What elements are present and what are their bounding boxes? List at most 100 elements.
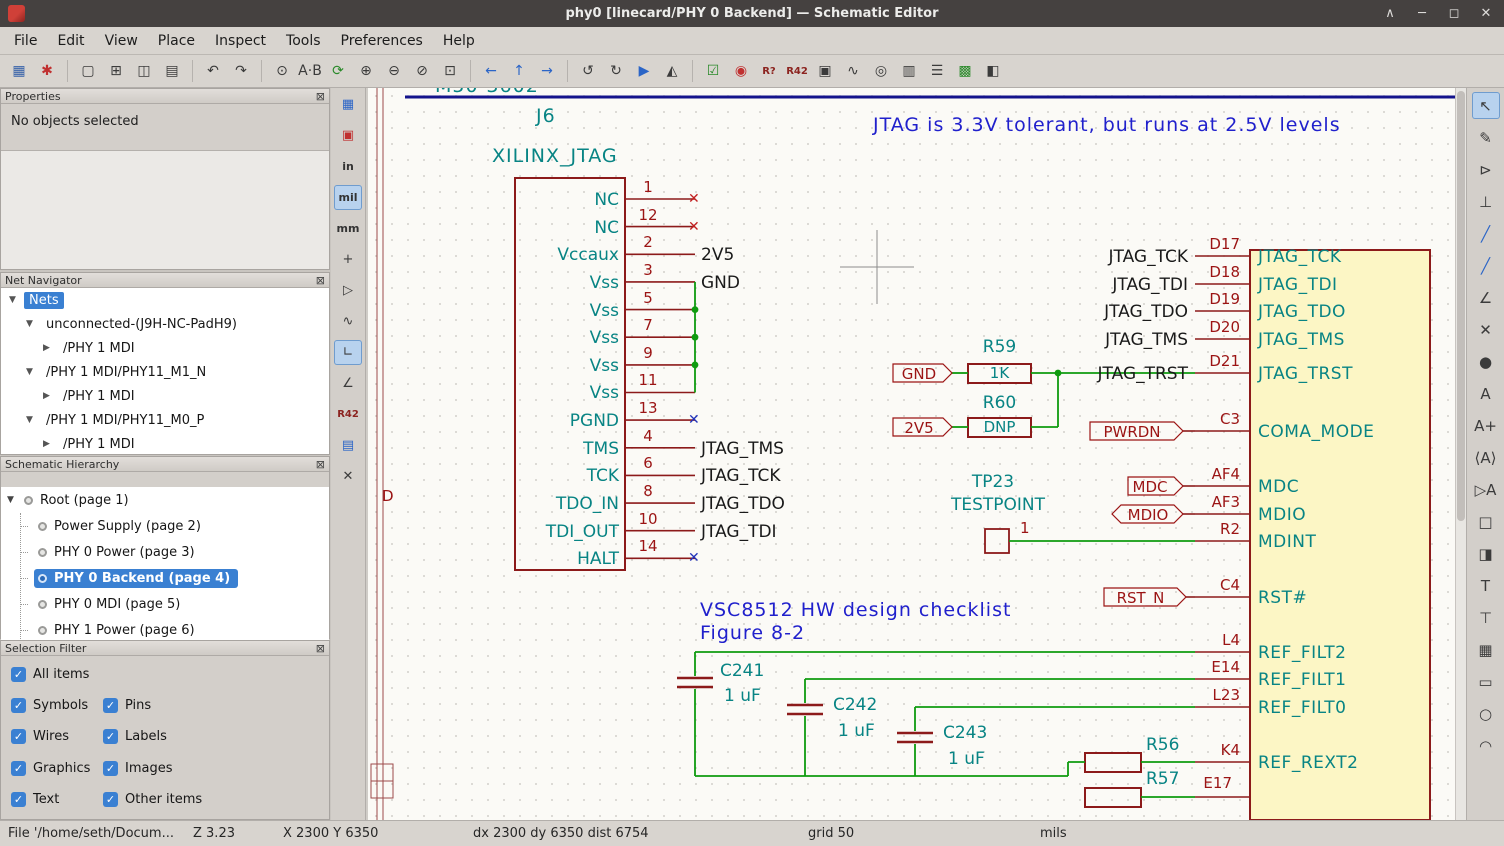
expander-icon[interactable]: ▼	[26, 319, 41, 329]
units-mils-button[interactable]: mil	[334, 185, 362, 210]
vsc-note-line2[interactable]: Figure 8-2	[700, 623, 805, 643]
any-angle-wires-icon[interactable]: ∠	[334, 371, 362, 396]
j6-pin-row[interactable]: NC 1 ✕	[515, 180, 895, 208]
place-power-tool[interactable]: ⊥	[1472, 188, 1500, 215]
checkbox-icon[interactable]	[103, 698, 118, 713]
checkbox-icon[interactable]	[11, 761, 26, 776]
c241-value[interactable]: 1 uF	[724, 687, 761, 705]
rotate-cw-icon[interactable]: ↻	[603, 58, 629, 84]
assign-footprints-icon[interactable]: ▩	[952, 58, 978, 84]
sheet-tree-item[interactable]: PHY 0 Power (page 3)	[1, 539, 329, 565]
j6-pin-row[interactable]: Vss 9	[515, 346, 895, 374]
filter-checkbox-row[interactable]: Images	[103, 757, 315, 780]
close-icon[interactable]: ⊠	[316, 90, 325, 103]
oscilloscope-icon[interactable]: ◎	[868, 58, 894, 84]
units-inches-button[interactable]: in	[334, 154, 362, 179]
j6-value[interactable]: XILINX_JTAG	[492, 146, 618, 166]
checkbox-icon[interactable]	[11, 667, 26, 682]
hier-label-2v5[interactable]: 2V5	[895, 419, 943, 437]
checkbox-icon[interactable]	[11, 729, 26, 744]
r60-value[interactable]: DNP	[968, 419, 1031, 435]
clipped-value-text[interactable]: M50-3602	[435, 88, 539, 96]
text-tool[interactable]: T	[1472, 572, 1500, 599]
j6-pin-row[interactable]: TCK 6 JTAG_TCK	[515, 456, 895, 484]
bug-search-icon[interactable]: ◉	[728, 58, 754, 84]
j6-pin-row[interactable]: NC 12 ✕	[515, 208, 895, 236]
close-button[interactable]: ✕	[1478, 6, 1494, 21]
junction-tool[interactable]: ●	[1472, 348, 1500, 375]
hierarchical-label-tool[interactable]: ▷A	[1472, 476, 1500, 503]
j6-pin-row[interactable]: Vss 5	[515, 291, 895, 319]
paste-icon[interactable]: ▤	[159, 58, 185, 84]
no-connect-tool[interactable]: ✕	[1472, 316, 1500, 343]
sheet-tree-item[interactable]: PHY 0 MDI (page 5)	[1, 591, 329, 617]
shade-button[interactable]: ∧	[1382, 6, 1398, 21]
bus-entry-tool[interactable]: ∠	[1472, 284, 1500, 311]
menu-item[interactable]: Inspect	[205, 29, 276, 53]
close-icon[interactable]: ⊠	[316, 642, 325, 655]
canvas-vertical-scrollbar[interactable]	[1455, 88, 1466, 820]
expander-icon[interactable]: ▶	[43, 439, 58, 449]
nav-forward-icon[interactable]: →	[534, 58, 560, 84]
select-tool[interactable]: ↖	[1472, 92, 1500, 119]
symbol-checker-icon[interactable]: ▣	[812, 58, 838, 84]
zoom-in-icon[interactable]: ⊕	[353, 58, 379, 84]
schematic-canvas[interactable]: M50-3602 D JTAG is 3.3V tolerant, but ru…	[368, 88, 1466, 820]
erc-navigator-icon[interactable]: ∿	[334, 309, 362, 334]
checkbox-icon[interactable]	[103, 792, 118, 807]
hier-label-mdio[interactable]: MDIO	[1123, 506, 1173, 524]
panel-settings-icon[interactable]: ◧	[980, 58, 1006, 84]
net-tree-item[interactable]: ▼ Nets	[1, 288, 329, 312]
menu-item[interactable]: Help	[433, 29, 485, 53]
menu-item[interactable]: Tools	[276, 29, 331, 53]
expander-icon[interactable]: ▼	[9, 295, 24, 305]
undo-icon[interactable]: ↶	[200, 58, 226, 84]
circle-tool[interactable]: ○	[1472, 700, 1500, 727]
r60-reference[interactable]: R60	[968, 394, 1031, 412]
textbox-tool[interactable]: ⊤	[1472, 604, 1500, 631]
checkbox-icon[interactable]	[103, 729, 118, 744]
scrollbar-thumb[interactable]	[1457, 91, 1465, 521]
net-tree-item[interactable]: ▼ /PHY 1 MDI/PHY11_M0_P	[1, 408, 329, 432]
hier-label-mdc[interactable]: MDC	[1128, 478, 1172, 496]
j6-pin-row[interactable]: PGND 13 ✕	[515, 401, 895, 429]
edit-symbol-fields-icon[interactable]: R?	[756, 58, 782, 84]
find-icon[interactable]: ⊙	[269, 58, 295, 84]
menu-item[interactable]: Preferences	[331, 29, 433, 53]
u-phy-pin-row[interactable]: E14 REF_FILT1	[1058, 660, 1458, 688]
u-phy-pin-row[interactable]: AF3 MDIO	[1058, 495, 1458, 523]
plot-icon[interactable]: ◫	[131, 58, 157, 84]
rectangle-tool[interactable]: ▭	[1472, 668, 1500, 695]
zoom-fit-icon[interactable]: ⊘	[409, 58, 435, 84]
separator[interactable]	[67, 60, 68, 82]
redo-icon[interactable]: ↷	[228, 58, 254, 84]
new-drawing-icon[interactable]: ▢	[75, 58, 101, 84]
bom-icon[interactable]: ☰	[924, 58, 950, 84]
net-table-icon[interactable]: ▥	[896, 58, 922, 84]
j6-pin-row[interactable]: Vss 7	[515, 318, 895, 346]
c242-reference[interactable]: C242	[833, 696, 877, 714]
j6-pin-row[interactable]: Vccaux 2 2V5	[515, 235, 895, 263]
place-symbol-tool[interactable]: ⊳	[1472, 156, 1500, 183]
j6-pin-row[interactable]: HALT 14 ✕	[515, 539, 895, 567]
sheet-tool[interactable]: □	[1472, 508, 1500, 535]
checkbox-icon[interactable]	[103, 761, 118, 776]
simulator-icon[interactable]: ∿	[840, 58, 866, 84]
net-tree-item[interactable]: ▶ /PHY 1 MDI	[1, 432, 329, 454]
hier-label-pwrdn[interactable]: PWRDN	[1092, 423, 1172, 441]
net-label-tool[interactable]: A	[1472, 380, 1500, 407]
c243-reference[interactable]: C243	[943, 724, 987, 742]
sheet-tree-item[interactable]: PHY 0 Backend (page 4)	[1, 565, 329, 591]
j6-pin-row[interactable]: TDI_OUT 10 JTAG_TDI	[515, 512, 895, 540]
erc-icon[interactable]: ☑	[700, 58, 726, 84]
library-tools-icon[interactable]: ✕	[334, 464, 362, 489]
expander-icon[interactable]: ▼	[26, 415, 41, 425]
j6-reference[interactable]: J6	[536, 106, 556, 126]
filter-checkbox-row[interactable]: Symbols	[11, 694, 103, 717]
sheet-tree-item[interactable]: Power Supply (page 2)	[1, 513, 329, 539]
sheet-pin-tool[interactable]: ◨	[1472, 540, 1500, 567]
r59-value[interactable]: 1K	[968, 365, 1031, 381]
filter-checkbox-row[interactable]: Pins	[103, 694, 315, 717]
separator[interactable]	[692, 60, 693, 82]
c241-reference[interactable]: C241	[720, 662, 764, 680]
